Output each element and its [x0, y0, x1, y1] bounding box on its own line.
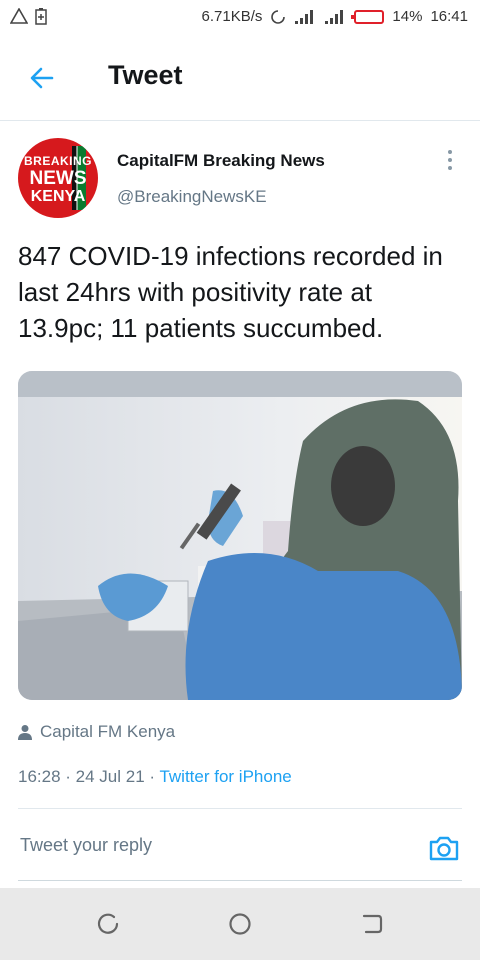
battery-saver-icon — [35, 8, 47, 25]
alert-triangle-icon — [10, 8, 28, 24]
tweet-media-image[interactable] — [18, 371, 462, 700]
camera-icon[interactable] — [428, 834, 460, 862]
tweet-timestamp: 16:28 · 24 Jul 21 · Twitter for iPhone — [18, 767, 292, 787]
avatar-text-kenya: KENYA — [30, 188, 86, 205]
more-options-icon[interactable] — [442, 150, 458, 174]
back-icon[interactable] — [358, 910, 386, 938]
media-credit-label: Capital FM Kenya — [40, 722, 176, 741]
recent-apps-icon[interactable] — [94, 910, 122, 938]
tweet-client-link[interactable]: Twitter for iPhone — [159, 767, 291, 786]
system-navigation-bar — [0, 888, 480, 960]
person-icon — [18, 725, 32, 740]
reply-input[interactable] — [18, 834, 402, 857]
battery-icon — [351, 9, 385, 24]
status-icons-right: 6.71KB/s 14% 16:41 — [202, 8, 468, 25]
divider — [18, 808, 462, 809]
signal-3g-icon — [325, 9, 344, 24]
network-speed: 6.71KB/s — [201, 8, 263, 25]
avatar-text-news: NEWS — [29, 168, 87, 189]
signal-icon — [295, 9, 314, 24]
author-handle[interactable]: @BreakingNewsKE — [117, 187, 267, 207]
data-saver-icon — [271, 9, 286, 24]
lab-photo-illustration — [18, 371, 462, 700]
battery-level: 14% — [392, 8, 423, 25]
avatar-logo-text: BREAKING NEWS KENYA — [18, 152, 98, 206]
app-bar: Tweet — [0, 36, 480, 121]
page-title: Tweet — [108, 60, 183, 90]
clock: 16:41 — [430, 8, 468, 25]
home-icon[interactable] — [226, 910, 254, 938]
status-bar: 6.71KB/s 14% 16:41 — [0, 0, 480, 36]
back-arrow-icon[interactable] — [28, 64, 56, 92]
tweet-text: 847 COVID-19 infections recorded in last… — [18, 241, 443, 343]
media-credit[interactable]: Capital FM Kenya — [18, 722, 175, 742]
avatar[interactable]: BREAKING NEWS KENYA — [18, 138, 98, 218]
status-icons-left — [10, 7, 48, 25]
timestamp-text: 16:28 · 24 Jul 21 · — [18, 767, 160, 786]
reply-bar — [18, 812, 462, 881]
author-name[interactable]: CapitalFM Breaking News — [117, 151, 325, 171]
